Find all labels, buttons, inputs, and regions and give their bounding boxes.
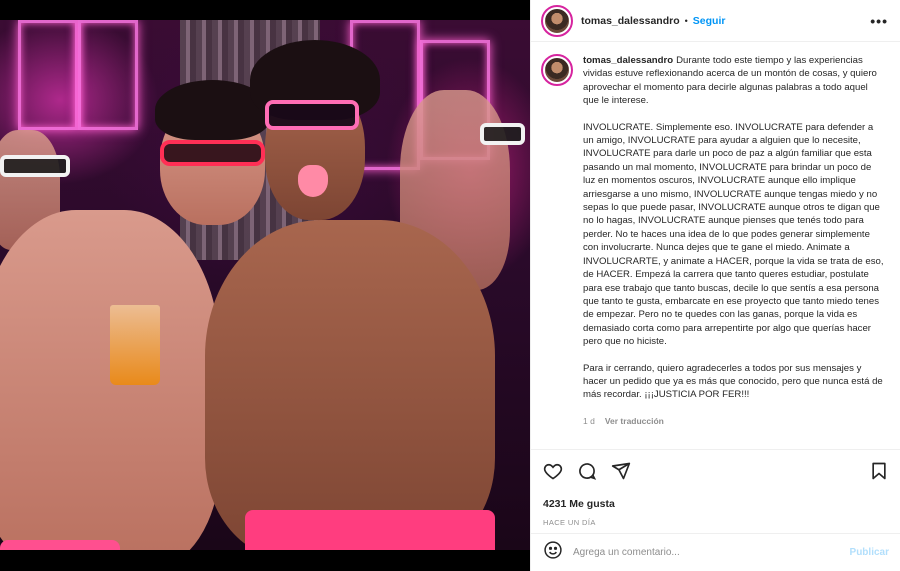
tongue [298,165,328,197]
emoji-icon[interactable] [543,540,563,565]
publish-button[interactable]: Publicar [850,547,889,558]
drink-cup [110,305,160,385]
post-time[interactable]: 1 d [583,415,595,428]
comment-icon[interactable] [577,461,597,481]
pink-shorts [245,510,495,550]
right-person-torso [205,220,495,550]
posted-ago: HACE UN DÍA [543,518,596,527]
comment-input[interactable] [573,547,850,558]
share-icon[interactable] [611,461,631,481]
right-person-sunglasses [265,100,359,130]
header-username[interactable]: tomas_dalessandro [581,15,680,27]
post-side-panel: tomas_dalessandro • Seguir ••• tomas_dal… [530,0,900,571]
bookmark-icon[interactable] [869,461,889,481]
caption-text: tomas_dalessandro Durante todo este tiemp… [583,54,886,428]
post-header: tomas_dalessandro • Seguir ••• [531,0,900,42]
follow-button[interactable]: Seguir [693,15,726,27]
translate-button[interactable]: Ver traducción [605,415,664,428]
heart-icon[interactable] [543,461,563,481]
caption-paragraph-3: Para ir cerrando, quiero agradecerles a … [583,362,883,401]
caption-area: tomas_dalessandro Durante todo este tiemp… [531,42,900,448]
caption-avatar[interactable] [541,54,573,86]
left-person-sunglasses [160,140,265,166]
neon-light-left-2 [78,20,138,130]
post-photo[interactable] [0,20,530,550]
caption-row: tomas_dalessandro Durante todo este tiemp… [541,54,886,428]
caption-meta: 1 d Ver traducción [583,415,886,428]
more-options-icon[interactable]: ••• [870,13,888,29]
separator-dot: • [684,15,688,26]
pink-shorts-left [0,540,120,550]
actions-section: 4231 Me gusta HACE UN DÍA [531,449,900,527]
comment-box: Publicar [531,533,900,571]
background-glasses-right [480,123,525,145]
post-media-pane [0,0,530,571]
caption-paragraph-2: INVOLUCRATE. Simplemente eso. INVOLUCRAT… [583,121,884,348]
caption-paragraph-1: tomas_dalessandro Durante todo este tiemp… [583,54,886,108]
neon-light-left [18,20,78,130]
avatar[interactable] [541,4,573,37]
background-glasses-left [0,155,70,177]
action-bar [543,458,889,484]
likes-count[interactable]: 4231 Me gusta [543,498,889,510]
caption-username[interactable]: tomas_dalessandro [583,55,673,66]
